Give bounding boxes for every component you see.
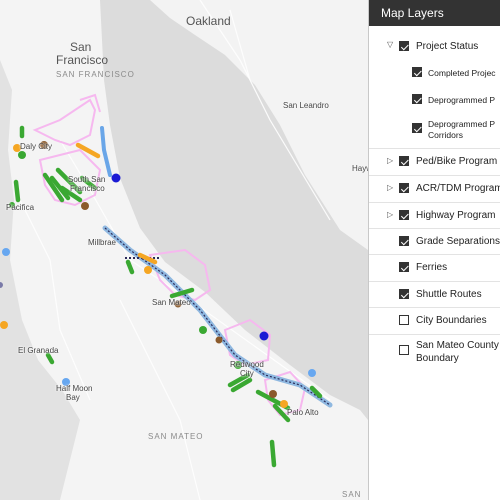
label-sm-district: SAN MATEO [148, 432, 204, 441]
layer-checkbox[interactable] [399, 236, 409, 246]
layer-label: Project Status [416, 41, 479, 52]
label-san: San [70, 40, 92, 54]
layer-label: Ferries [416, 262, 448, 273]
layer-grade-separations[interactable]: Grade Separations [369, 228, 500, 255]
completed-point[interactable] [0, 321, 8, 329]
layer-label-line2: Corridors [428, 130, 463, 140]
layer-completed-projects[interactable]: Completed Projec [369, 65, 500, 85]
ped-bike-point[interactable] [199, 326, 207, 334]
layer-label: ACR/TDM Program [416, 183, 500, 194]
label-san-mateo: San Mateo [152, 298, 191, 307]
layer-county-boundary[interactable]: San Mateo County Boundary [369, 334, 500, 371]
shuttle-point[interactable] [111, 173, 121, 183]
layer-acr-tdm[interactable]: ▷ ACR/TDM Program [369, 175, 500, 202]
ferry-point[interactable] [2, 248, 10, 256]
layer-deprogrammed-points[interactable]: Deprogrammed P [369, 92, 500, 112]
layer-label: Shuttle Routes [416, 289, 482, 300]
layer-checkbox[interactable] [399, 156, 409, 166]
label-el-granada: El Granada [18, 346, 59, 355]
label-redwood: Redwood [230, 360, 264, 369]
layer-label-line2: Boundary [416, 353, 459, 364]
layer-checkbox[interactable] [399, 315, 409, 325]
deprogrammed-point[interactable] [81, 202, 89, 210]
label-san-leandro: San Leandro [283, 101, 329, 110]
map-view[interactable]: Oakland San Francisco SAN FRANCISCO San … [0, 0, 368, 500]
label-south-francisco: Francisco [70, 184, 105, 193]
layer-project-status[interactable]: ▽ Project Status [369, 37, 500, 59]
label-south-san: South San [68, 175, 106, 184]
layer-label: Ped/Bike Program [416, 156, 498, 167]
layer-label: Highway Program [416, 210, 496, 221]
ped-bike-point[interactable] [18, 151, 26, 159]
completed-point[interactable] [280, 400, 288, 408]
panel-title: Map Layers [369, 0, 500, 26]
layer-label: Deprogrammed P [428, 95, 496, 105]
layer-checkbox[interactable] [399, 41, 409, 51]
label-city: City [240, 369, 254, 378]
chevron-right-icon[interactable]: ▷ [387, 184, 395, 192]
layer-label: San Mateo County [416, 340, 499, 351]
layer-checkbox[interactable] [399, 345, 409, 355]
layer-checkbox[interactable] [412, 67, 422, 77]
label-palo-alto: Palo Alto [287, 408, 319, 417]
layer-checkbox[interactable] [399, 289, 409, 299]
layer-checkbox[interactable] [399, 262, 409, 272]
deprogrammed-point[interactable] [215, 336, 223, 344]
label-sf-district: SAN FRANCISCO [56, 70, 135, 79]
shuttle-point[interactable] [259, 331, 269, 341]
layer-checkbox[interactable] [412, 123, 422, 133]
deprogrammed-point[interactable] [269, 390, 277, 398]
chevron-down-icon[interactable]: ▽ [387, 41, 395, 49]
layer-label: Completed Projec [428, 68, 496, 78]
layer-label: Grade Separations [416, 236, 500, 247]
chevron-right-icon[interactable]: ▷ [387, 211, 395, 219]
layer-city-boundaries[interactable]: City Boundaries [369, 307, 500, 334]
chevron-right-icon[interactable]: ▷ [387, 157, 395, 165]
layer-ped-bike[interactable]: ▷ Ped/Bike Program [369, 148, 500, 175]
label-millbrae: Millbrae [88, 238, 117, 247]
layer-checkbox[interactable] [412, 94, 422, 104]
layer-checkbox[interactable] [399, 210, 409, 220]
label-daly-city: Daly City [20, 142, 53, 151]
label-sc-district: SAN [342, 490, 362, 499]
layer-label: City Boundaries [416, 315, 487, 326]
ped-bike-segment [269, 439, 277, 468]
layer-label: Deprogrammed P [428, 119, 496, 129]
label-francisco: Francisco [56, 53, 109, 67]
label-oakland: Oakland [186, 14, 231, 28]
ferry-point[interactable] [308, 369, 316, 377]
ped-bike-segment [13, 179, 21, 203]
layer-checkbox[interactable] [399, 183, 409, 193]
label-bay: Bay [66, 393, 80, 402]
label-pacifica: Pacifica [6, 203, 35, 212]
layer-shuttle-routes[interactable]: Shuttle Routes [369, 281, 500, 308]
label-hayward: Hayw [352, 164, 368, 173]
map-layers-panel: Map Layers ▽ Project Status Completed Pr… [368, 0, 500, 500]
layer-ferries[interactable]: Ferries [369, 254, 500, 281]
completed-point[interactable] [144, 266, 152, 274]
layer-highway[interactable]: ▷ Highway Program [369, 202, 500, 229]
label-half-moon: Half Moon [56, 384, 93, 393]
layer-deprogrammed-corridors[interactable]: Deprogrammed P Corridors [369, 118, 500, 144]
